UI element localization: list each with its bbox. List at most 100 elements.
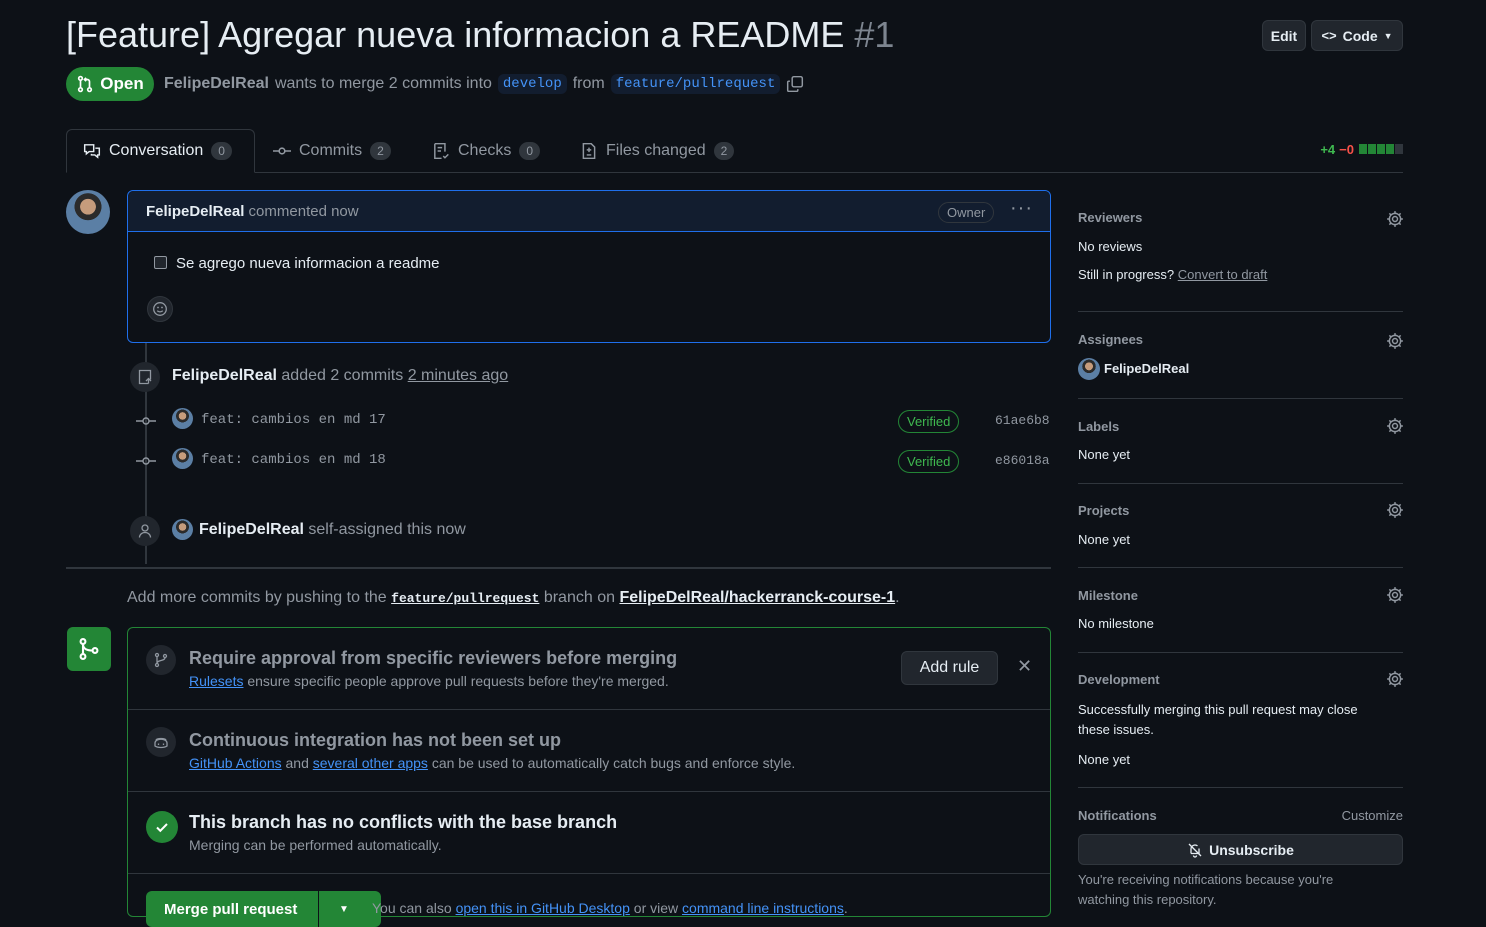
milestone-value: No milestone bbox=[1078, 616, 1154, 631]
commit-message-link[interactable]: feat: cambios en md 18 bbox=[201, 452, 386, 468]
rules-text: Rulesets ensure specific people approve … bbox=[189, 673, 669, 689]
development-text: Successfully merging this pull request m… bbox=[1078, 702, 1358, 737]
labels-heading[interactable]: Labels bbox=[1078, 419, 1119, 434]
reviewers-value: No reviews bbox=[1078, 239, 1143, 254]
edit-button[interactable]: Edit bbox=[1262, 20, 1306, 51]
tab-label: Files changed bbox=[606, 142, 706, 159]
git-commit-icon bbox=[273, 147, 291, 155]
gear-icon[interactable] bbox=[1386, 417, 1404, 435]
github-desktop-link[interactable]: open this in GitHub Desktop bbox=[456, 900, 630, 916]
push-hint: Add more commits by pushing to the featu… bbox=[127, 589, 900, 607]
event-time-link[interactable]: 2 minutes ago bbox=[408, 367, 509, 384]
verified-badge[interactable]: Verified bbox=[898, 450, 960, 473]
end-text: . bbox=[843, 900, 848, 916]
kebab-horizontal-icon[interactable]: ··· bbox=[1010, 197, 1033, 220]
customize-link[interactable]: Customize bbox=[1342, 808, 1403, 823]
rules-section: Require approval from specific reviewers… bbox=[128, 628, 1050, 710]
gear-icon[interactable] bbox=[1386, 586, 1404, 604]
tab-conversation[interactable]: Conversation 0 bbox=[66, 129, 255, 173]
tab-label: Commits bbox=[299, 142, 363, 159]
event-author-link[interactable]: FelipeDelReal bbox=[172, 367, 277, 384]
comment-author-link[interactable]: FelipeDelReal bbox=[146, 203, 244, 220]
merge-icon bbox=[67, 627, 111, 671]
command-line-link[interactable]: command line instructions bbox=[682, 900, 844, 916]
conflicts-title: This branch has no conflicts with the ba… bbox=[189, 812, 618, 832]
merge-pull-request-button[interactable]: Merge pull request ▼ bbox=[146, 891, 381, 927]
unsubscribe-button[interactable]: Unsubscribe bbox=[1078, 834, 1403, 865]
reviewers-heading[interactable]: Reviewers bbox=[1078, 210, 1142, 225]
close-icon[interactable]: ✕ bbox=[1017, 656, 1032, 677]
merge-alternatives: You can also open this in GitHub Desktop… bbox=[372, 900, 848, 916]
convert-to-draft-link[interactable]: Convert to draft bbox=[1178, 267, 1268, 282]
gear-icon[interactable] bbox=[1386, 332, 1404, 350]
check-circle-icon bbox=[146, 811, 178, 843]
push-branch-link[interactable]: feature/pullrequest bbox=[391, 591, 539, 606]
assignees-heading[interactable]: Assignees bbox=[1078, 332, 1143, 347]
development-heading[interactable]: Development bbox=[1078, 672, 1160, 687]
rules-title: Require approval from specific reviewers… bbox=[189, 648, 678, 668]
git-branch-icon bbox=[146, 645, 176, 675]
gear-icon[interactable] bbox=[1386, 210, 1404, 228]
pr-state-label: Open bbox=[100, 74, 144, 93]
rules-description: ensure specific people approve pull requ… bbox=[247, 673, 669, 689]
file-diff-icon bbox=[582, 142, 596, 160]
milestone-heading[interactable]: Milestone bbox=[1078, 588, 1138, 603]
rulesets-link[interactable]: Rulesets bbox=[189, 673, 243, 689]
gear-icon[interactable] bbox=[1386, 501, 1404, 519]
add-reaction-button[interactable] bbox=[147, 296, 173, 322]
development-value: None yet bbox=[1078, 752, 1131, 767]
commit-message-link[interactable]: feat: cambios en md 17 bbox=[201, 412, 386, 428]
triangle-down-icon[interactable]: ▼ bbox=[319, 904, 349, 915]
avatar[interactable] bbox=[1078, 358, 1100, 380]
code-icon: <> bbox=[1321, 28, 1337, 43]
tab-checks[interactable]: Checks 0 bbox=[416, 129, 556, 173]
add-rule-button[interactable]: Add rule bbox=[901, 651, 998, 685]
ci-title: Continuous integration has not been set … bbox=[189, 730, 561, 750]
draft-hint: Still in progress? Convert to draft bbox=[1078, 267, 1267, 282]
code-button[interactable]: <> Code ▼ bbox=[1311, 20, 1403, 51]
bell-slash-icon bbox=[1188, 843, 1202, 858]
lines-removed: −0 bbox=[1339, 142, 1354, 157]
assign-event: FelipeDelReal self-assigned this now bbox=[199, 521, 466, 539]
pr-merge-text: wants to merge 2 commits into bbox=[274, 75, 492, 92]
head-branch[interactable]: feature/pullrequest bbox=[610, 74, 781, 94]
projects-heading[interactable]: Projects bbox=[1078, 503, 1129, 518]
task-text: Se agrego nueva informacion a readme bbox=[176, 255, 440, 272]
checklist-icon bbox=[434, 142, 449, 160]
commit-sha-link[interactable]: 61ae6b8 bbox=[995, 413, 1050, 428]
verified-badge[interactable]: Verified bbox=[898, 410, 960, 433]
assignee-link[interactable]: FelipeDelReal bbox=[1104, 361, 1189, 376]
projects-value: None yet bbox=[1078, 532, 1131, 547]
pr-author-link[interactable]: FelipeDelReal bbox=[164, 75, 269, 93]
notifications-text: You're receiving notifications because y… bbox=[1078, 872, 1334, 907]
commits-event: FelipeDelReal added 2 commits 2 minutes … bbox=[172, 367, 508, 385]
tab-commits[interactable]: Commits 2 bbox=[257, 129, 407, 173]
sidebar-divider bbox=[1078, 483, 1403, 484]
event-text: self-assigned this now bbox=[308, 521, 466, 538]
github-actions-link[interactable]: GitHub Actions bbox=[189, 755, 282, 771]
page-title: [Feature] Agregar nueva informacion a RE… bbox=[66, 14, 894, 56]
gear-icon[interactable] bbox=[1386, 670, 1404, 688]
sidebar-divider bbox=[1078, 787, 1403, 788]
avatar[interactable] bbox=[66, 190, 110, 234]
avatar[interactable] bbox=[172, 408, 193, 429]
copy-icon[interactable] bbox=[786, 75, 804, 93]
add-rule-label: Add rule bbox=[919, 659, 980, 676]
sidebar-divider bbox=[1078, 398, 1403, 399]
commit-sha-link[interactable]: e86018a bbox=[995, 453, 1050, 468]
task-checkbox[interactable] bbox=[154, 256, 167, 269]
push-hint-suffix: . bbox=[895, 589, 900, 606]
pr-tabs: Conversation 0 Commits 2 Checks 0 Files … bbox=[66, 129, 1403, 173]
avatar[interactable] bbox=[172, 448, 193, 469]
copilot-icon bbox=[146, 727, 176, 757]
tab-files-changed[interactable]: Files changed 2 bbox=[564, 129, 750, 173]
owner-badge: Owner bbox=[938, 202, 995, 223]
timeline-divider bbox=[66, 567, 1051, 569]
event-author-link[interactable]: FelipeDelReal bbox=[199, 521, 304, 538]
other-apps-link[interactable]: several other apps bbox=[313, 755, 428, 771]
base-branch[interactable]: develop bbox=[497, 74, 567, 94]
git-commit-icon bbox=[136, 413, 156, 432]
tab-count: 2 bbox=[713, 142, 735, 160]
avatar[interactable] bbox=[172, 519, 193, 540]
repo-link[interactable]: FelipeDelReal/hackerranck-course-1 bbox=[619, 589, 895, 606]
